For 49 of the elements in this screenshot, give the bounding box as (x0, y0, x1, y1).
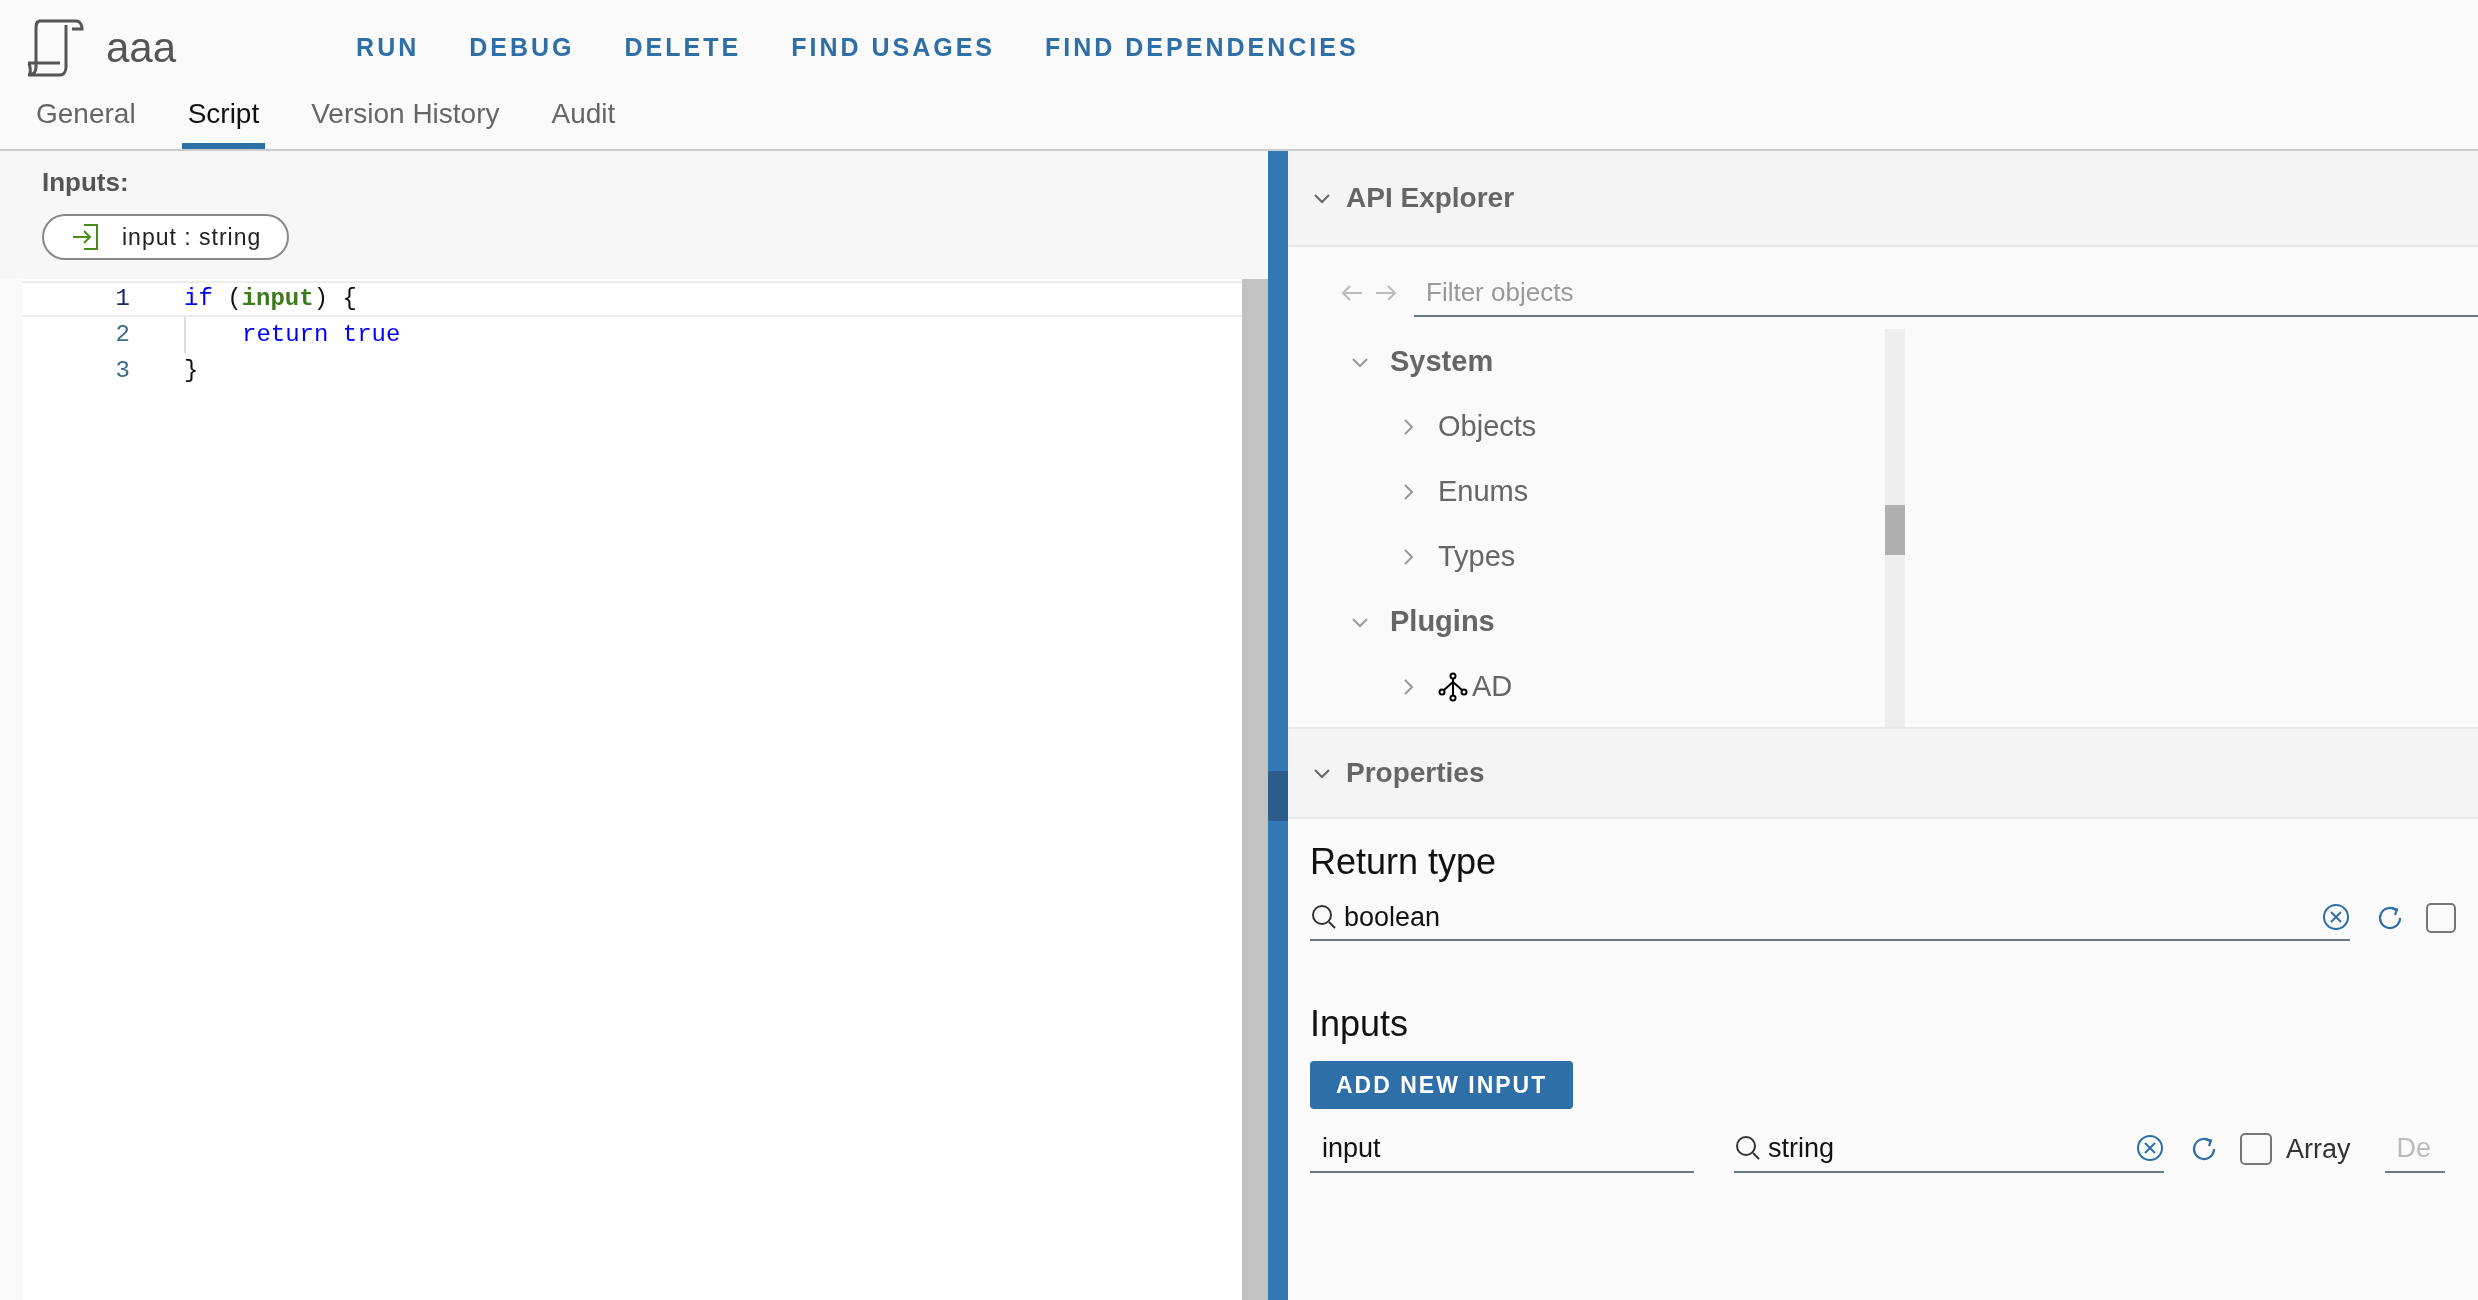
tab[interactable]: Version History (305, 93, 506, 149)
array-label: Array (2286, 1132, 2351, 1166)
action-link[interactable]: DEBUG (469, 28, 575, 67)
tree-item[interactable]: System (1390, 339, 1494, 384)
panel-title: API Explorer (1346, 181, 1515, 215)
code-line: if (input) { (184, 284, 357, 314)
code-line: return true (242, 320, 401, 350)
add-input-button[interactable]: ADD NEW INPUT (1310, 1061, 1574, 1109)
back-arrow-icon[interactable] (1340, 283, 1364, 303)
tab[interactable]: Audit (545, 93, 622, 149)
panel-header[interactable]: API Explorer (1288, 151, 2478, 247)
inputs-label: Inputs: (42, 166, 130, 199)
clear-icon[interactable] (2136, 1134, 2164, 1162)
plugin-icon (1438, 671, 1468, 702)
tree-item[interactable]: Plugins (1390, 599, 1495, 644)
tree-item[interactable]: Enums (1438, 469, 1529, 514)
array-checkbox[interactable] (2240, 1133, 2272, 1165)
line-number: 2 (114, 320, 130, 350)
action-link[interactable]: FIND DEPENDENCIES (1045, 28, 1359, 67)
input-name-field[interactable]: input (1310, 1125, 1694, 1173)
action-link[interactable]: DELETE (624, 28, 742, 67)
line-number: 1 (114, 284, 130, 314)
input-chip[interactable]: input : string (42, 214, 290, 260)
forward-arrow-icon[interactable] (1374, 283, 1398, 303)
code-line: } (184, 356, 199, 386)
script-title: aaa (106, 23, 177, 73)
search-icon (1734, 1134, 1762, 1162)
search-icon (1310, 903, 1338, 931)
tab[interactable]: General (30, 93, 142, 149)
splitter[interactable] (1268, 151, 1288, 1300)
line-number: 3 (114, 356, 130, 386)
scrollbar[interactable] (1242, 279, 1268, 1300)
scrollbar[interactable] (1885, 329, 1905, 729)
section-heading: Return type (1310, 840, 1498, 884)
action-link[interactable]: RUN (356, 28, 420, 67)
tree-item[interactable]: Objects (1438, 404, 1537, 449)
tree-item[interactable]: AD (1472, 664, 1513, 709)
action-link[interactable]: FIND USAGES (791, 28, 996, 67)
panel-header[interactable]: Properties (1288, 727, 2478, 819)
input-arrow-icon (70, 222, 100, 252)
default-value-field[interactable]: De (2384, 1125, 2445, 1173)
section-heading: Inputs (1310, 1002, 1410, 1046)
clear-icon[interactable] (2322, 903, 2350, 931)
tree-item[interactable]: Types (1438, 534, 1516, 579)
input-type-field[interactable]: string (1734, 1125, 2164, 1173)
panel-title: Properties (1346, 756, 1485, 790)
filter-field[interactable]: Filter objects (1414, 269, 2478, 317)
checkbox[interactable] (2426, 903, 2456, 933)
return-type-field[interactable]: boolean (1310, 895, 2350, 941)
